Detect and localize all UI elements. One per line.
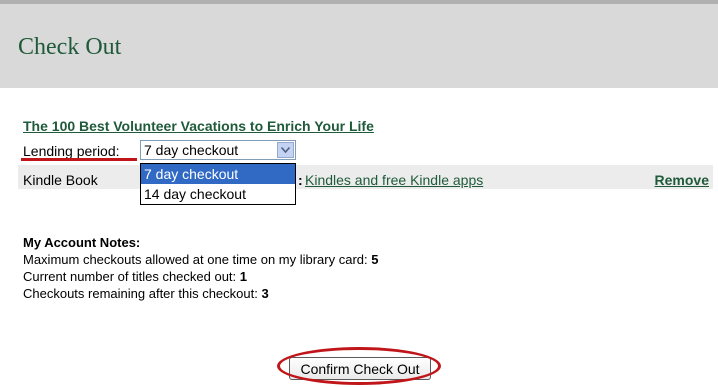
annotation-underline xyxy=(21,158,137,161)
remaining-checkouts-note: Checkouts remaining after this checkout:… xyxy=(23,286,269,301)
option-7-day[interactable]: 7 day checkout xyxy=(141,164,295,184)
format-colon: : xyxy=(298,172,303,188)
remaining-checkouts-value: 3 xyxy=(261,286,269,301)
lending-period-select[interactable]: 7 day checkout xyxy=(140,140,296,160)
current-checkouts-value: 1 xyxy=(239,269,248,284)
option-14-day[interactable]: 14 day checkout xyxy=(141,184,295,204)
confirm-checkout-button[interactable]: Confirm Check Out xyxy=(289,357,431,380)
remove-link[interactable]: Remove xyxy=(655,172,709,188)
format-row: Kindle Book : Kindles and free Kindle ap… xyxy=(18,165,713,189)
lending-period-label: Lending period: xyxy=(23,143,120,159)
kindle-apps-link[interactable]: Kindles and free Kindle apps xyxy=(305,172,483,188)
current-checkouts-label: Current number of titles checked out: xyxy=(23,269,240,284)
account-notes-heading: My Account Notes: xyxy=(23,235,141,250)
format-label: Kindle Book xyxy=(23,172,98,188)
book-title-link[interactable]: The 100 Best Volunteer Vacations to Enri… xyxy=(23,118,374,134)
max-checkouts-label: Maximum checkouts allowed at one time on… xyxy=(23,252,372,267)
current-checkouts-note: Current number of titles checked out: 1 xyxy=(23,269,247,284)
max-checkouts-note: Maximum checkouts allowed at one time on… xyxy=(23,252,378,267)
lending-period-selected-value: 7 day checkout xyxy=(144,142,239,158)
page-header: Check Out xyxy=(0,0,718,88)
remaining-checkouts-label: Checkouts remaining after this checkout: xyxy=(23,286,262,301)
page-title: Check Out xyxy=(18,34,122,60)
lending-period-dropdown: 7 day checkout 14 day checkout xyxy=(140,163,296,205)
chevron-down-icon[interactable] xyxy=(277,142,294,158)
max-checkouts-value: 5 xyxy=(371,252,379,267)
